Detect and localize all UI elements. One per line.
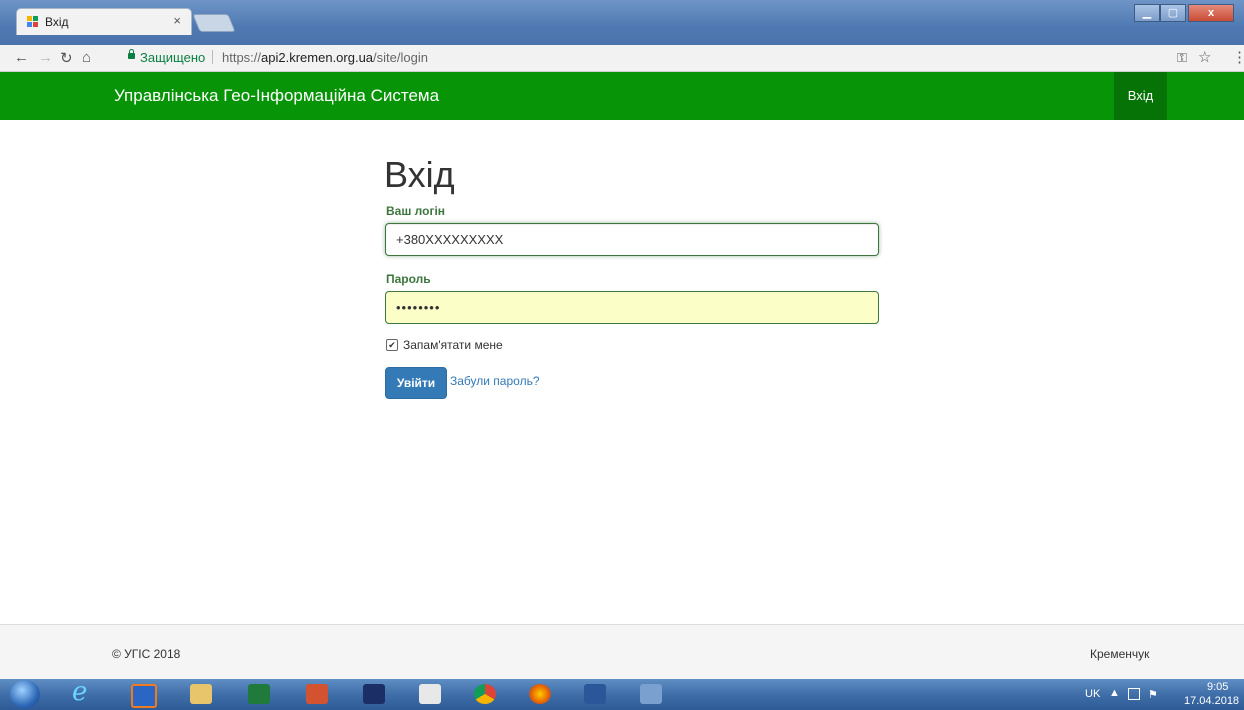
language-indicator[interactable]: UK [1085,688,1100,700]
site-brand[interactable]: Управлінська Гео-Інформаційна Система [114,86,439,106]
url-text[interactable]: https://api2.kremen.org.ua/site/login [222,50,428,65]
tray-expand-icon[interactable]: ▲ [1109,687,1120,699]
chrome-icon[interactable] [474,684,496,704]
window-close-button[interactable]: x [1188,4,1234,22]
remember-label[interactable]: Запам'ятати мене [403,338,503,352]
tab-title: Вхід [45,15,69,29]
network-icon[interactable] [1128,688,1140,700]
forgot-password-link[interactable]: Забули пароль? [450,374,540,388]
back-arrow-icon[interactable]: ← [14,49,29,66]
site-favicon-icon [27,16,39,28]
windows-taskbar: e UK ▲ ⚑ 9:05 17.04.2018 [0,677,1244,710]
home-icon[interactable]: ⌂ [82,49,91,66]
login-submit-button[interactable]: Увійти [385,367,447,399]
reload-icon[interactable]: ↻ [60,49,73,67]
lock-icon [128,49,135,59]
window-minimize-button[interactable]: ▁ [1134,4,1160,22]
copyright-text: © УГІС 2018 [112,647,181,661]
login-input[interactable]: +380XXXXXXXXX [385,223,879,256]
window-maximize-button[interactable]: ▢ [1160,4,1186,22]
secure-label: Защищено [140,50,206,65]
bookmark-star-icon[interactable]: ☆ [1198,48,1211,66]
city-text: Кременчук [1090,647,1150,661]
file-explorer-icon[interactable] [190,684,212,704]
site-footer: © УГІС 2018 Кременчук [0,624,1244,680]
login-label: Ваш логін [386,204,446,218]
nav-login-link[interactable]: Вхід [1114,72,1167,120]
powerpoint-icon[interactable] [306,684,328,704]
forward-arrow-icon[interactable]: → [38,49,53,66]
internet-explorer-icon[interactable]: e [72,677,94,707]
new-tab-button[interactable] [192,14,236,32]
start-button[interactable] [10,680,40,709]
browser-menu-icon[interactable]: ⋮ [1232,48,1244,66]
key-icon[interactable]: ⚿ [1177,50,1187,66]
site-navbar: Управлінська Гео-Інформаційна Система Вх… [0,72,1244,120]
password-input[interactable]: •••••••• [385,291,879,324]
save-disk-icon[interactable] [363,684,385,704]
flag-icon[interactable]: ⚑ [1148,688,1160,701]
excel-icon[interactable] [248,684,270,704]
media-player-icon[interactable] [131,684,157,708]
tab-close-icon[interactable]: × [173,13,181,28]
page-title: Вхід [384,154,455,195]
remember-checkbox[interactable]: ✔ [386,339,398,351]
browser-tab[interactable]: Вхід × [16,8,192,35]
browser-titlebar: Вхід × ▁ ▢ x [0,0,1244,45]
address-bar[interactable]: Защищено https://api2.kremen.org.ua/site… [118,48,1168,68]
browser-toolbar: ← → ↻ ⌂ Защищено https://api2.kremen.org… [0,45,1244,72]
clock-date[interactable]: 17.04.2018 [1184,695,1239,707]
password-label: Пароль [386,272,431,286]
solitaire-icon[interactable] [419,684,441,704]
address-divider [212,50,213,64]
firefox-icon[interactable] [529,684,551,704]
word-icon[interactable] [584,684,606,704]
clock-time[interactable]: 9:05 [1207,681,1228,693]
messenger-icon[interactable] [640,684,662,704]
